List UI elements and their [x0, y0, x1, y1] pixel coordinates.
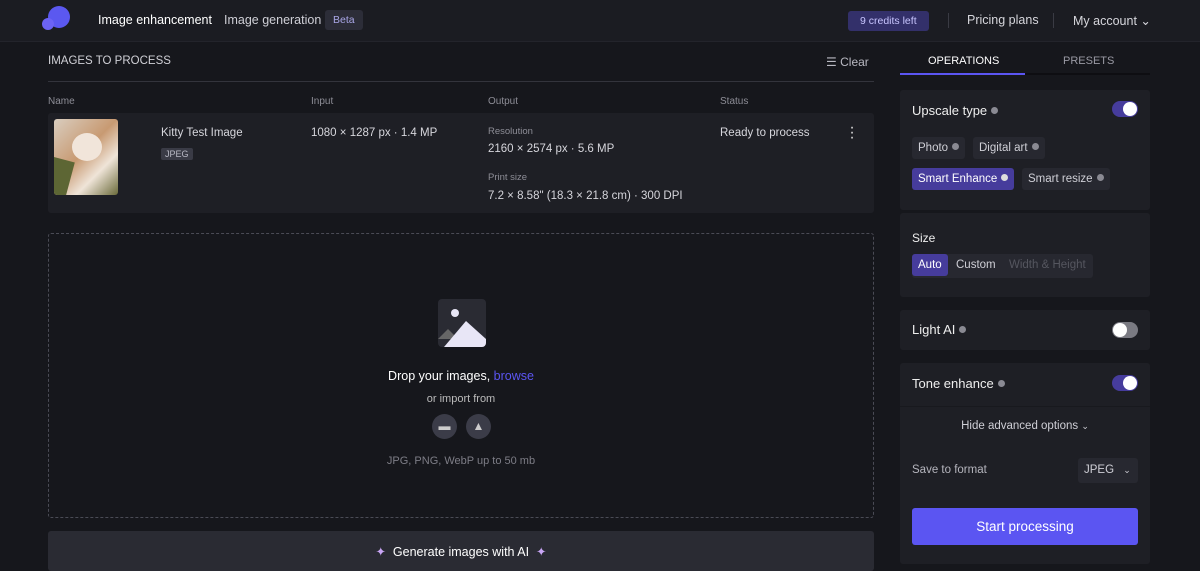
- pricing-plans-link[interactable]: Pricing plans: [967, 13, 1039, 27]
- image-thumbnail: [54, 119, 118, 195]
- output-resolution: 2160 × 2574 px · 5.6 MP: [488, 143, 615, 155]
- my-account-menu[interactable]: My account ⌄: [1073, 13, 1151, 28]
- chevron-down-icon: ⌄: [1123, 465, 1131, 475]
- chevron-down-icon: ⌄: [1081, 421, 1089, 431]
- beta-badge: Beta: [325, 10, 363, 30]
- start-processing-button[interactable]: Start processing: [912, 508, 1138, 545]
- sparkle-icon: ✦: [375, 545, 386, 559]
- chevron-down-icon: ⌄: [1140, 14, 1151, 28]
- col-name: Name: [48, 96, 75, 107]
- light-ai-toggle[interactable]: [1112, 322, 1138, 338]
- tab-presets[interactable]: PRESETS: [1063, 55, 1114, 67]
- clear-label: Clear: [840, 55, 869, 69]
- col-status: Status: [720, 96, 749, 107]
- drop-text: Drop your images, browse: [0, 369, 922, 383]
- drop-label: Drop your images,: [388, 369, 491, 383]
- folder-icon[interactable]: ▬: [432, 414, 457, 439]
- credits-badge[interactable]: 9 credits left: [848, 11, 929, 31]
- tone-enhance-title: Tone enhance: [912, 376, 1005, 391]
- panel-tabs: OPERATIONS PRESETS: [900, 50, 1150, 75]
- hide-advanced-toggle[interactable]: Hide advanced options ⌄: [900, 420, 1150, 432]
- light-ai-card: Light AI: [900, 310, 1150, 350]
- tone-enhance-toggle[interactable]: [1112, 375, 1138, 391]
- tab-operations[interactable]: OPERATIONS: [928, 55, 999, 67]
- upscale-type-title: Upscale type: [912, 103, 999, 118]
- print-size-label: Print size: [488, 172, 528, 183]
- info-icon: [959, 326, 967, 333]
- type-photo[interactable]: Photo: [912, 137, 966, 159]
- logo[interactable]: [42, 6, 74, 38]
- top-bar: Image enhancement Image generation Beta …: [0, 0, 1200, 42]
- image-name: Kitty Test Image: [161, 127, 243, 139]
- resolution-label: Resolution: [488, 126, 533, 137]
- type-smart-resize[interactable]: Smart resize: [1022, 168, 1110, 190]
- type-digital-art[interactable]: Digital art: [973, 137, 1045, 159]
- size-card: Size Auto Custom Width & Height: [900, 213, 1150, 297]
- col-input: Input: [311, 96, 334, 107]
- nav-image-generation[interactable]: Image generation: [224, 13, 321, 27]
- more-options-icon[interactable]: · · ·: [848, 120, 856, 146]
- print-size: 7.2 × 8.58" (18.3 × 21.8 cm) · 300 DPI: [488, 190, 683, 202]
- light-ai-title: Light AI: [912, 322, 967, 337]
- google-drive-icon[interactable]: ▲: [466, 414, 491, 439]
- type-smart-enhance[interactable]: Smart Enhance: [912, 168, 1015, 190]
- input-size: 1080 × 1287 px · 1.4 MP: [311, 127, 438, 139]
- import-label: or import from: [426, 393, 496, 405]
- nav-image-enhancement[interactable]: Image enhancement: [98, 13, 212, 27]
- size-title: Size: [912, 231, 936, 245]
- image-placeholder-icon: [438, 299, 486, 347]
- format-select[interactable]: JPEG ⌄: [1078, 458, 1138, 483]
- formats-hint: JPG, PNG, WebP up to 50 mb: [386, 455, 536, 467]
- save-format-label: Save to format: [912, 464, 987, 476]
- section-title: IMAGES TO PROCESS: [48, 55, 171, 67]
- col-output: Output: [488, 96, 519, 107]
- generate-label: Generate images with AI: [392, 545, 530, 559]
- sparkle-icon: ✦: [536, 545, 547, 559]
- clear-button[interactable]: ☰ Clear: [826, 55, 869, 69]
- clear-list-icon: ☰: [826, 55, 837, 69]
- browse-link[interactable]: browse: [494, 369, 534, 383]
- info-icon: [991, 107, 999, 114]
- size-width-height: Width & Height: [1009, 259, 1086, 271]
- format-badge: JPEG: [161, 148, 193, 160]
- generate-ai-button[interactable]: ✦ Generate images with AI ✦: [48, 531, 874, 571]
- info-icon: [997, 380, 1005, 387]
- upscale-type-card: Upscale type Photo Digital art Smart Enh…: [900, 90, 1150, 210]
- size-custom[interactable]: Custom: [950, 254, 1002, 276]
- status-text: Ready to process: [720, 127, 810, 139]
- upscale-toggle[interactable]: [1112, 101, 1138, 117]
- upscale-label: Upscale type: [912, 103, 988, 118]
- my-account-label: My account: [1073, 14, 1137, 28]
- size-auto[interactable]: Auto: [912, 254, 948, 276]
- table-row: Kitty Test Image JPEG 1080 × 1287 px · 1…: [48, 113, 874, 213]
